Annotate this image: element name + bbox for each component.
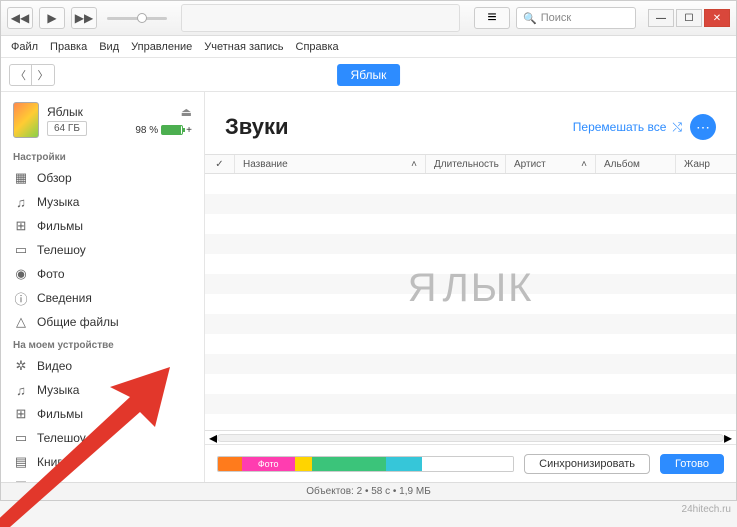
search-icon: 🔍 <box>523 12 537 25</box>
nav-buttons: 〈 〉 <box>9 64 55 86</box>
col-genre[interactable]: Жанр <box>676 155 736 173</box>
sync-button[interactable]: Синхронизировать <box>524 454 650 474</box>
battery-status: 98 % + <box>135 125 192 136</box>
close-button[interactable]: ✕ <box>704 9 730 27</box>
window-controls: — ☐ ✕ <box>648 9 730 27</box>
col-album[interactable]: Альбом <box>596 155 676 173</box>
search-placeholder: Поиск <box>541 12 571 24</box>
source-credit: 24hitech.ru <box>682 504 731 515</box>
menubar: Файл Правка Вид Управление Учетная запис… <box>1 36 736 58</box>
info-icon: ⓘ <box>13 290 29 306</box>
more-button[interactable]: ⋯ <box>690 114 716 140</box>
files-icon: △ <box>13 314 29 330</box>
nav-back[interactable]: 〈 <box>10 65 32 85</box>
device-capacity: 64 ГБ <box>47 121 87 136</box>
sidebar-item-label: Обзор <box>37 171 72 185</box>
h-scrollbar[interactable]: ◂ ▸ <box>205 430 736 444</box>
menu-file[interactable]: Файл <box>11 41 38 53</box>
main-panel: Звуки Перемешать все ⤭ ⋯ ✓ Название˄ Дли… <box>205 92 736 482</box>
sidebar-item-label: Фильмы <box>37 219 83 233</box>
storage-bar: Фото <box>217 456 514 472</box>
shuffle-all[interactable]: Перемешать все ⤭ <box>573 120 682 135</box>
device-header: Яблык 64 ГБ ⏏ 98 % + <box>1 92 204 146</box>
play-button[interactable]: ▶ <box>39 7 65 29</box>
volume-slider[interactable] <box>107 17 167 20</box>
films-icon: ⊞ <box>13 218 29 234</box>
tab-device[interactable]: Яблык <box>337 64 401 86</box>
menu-controls[interactable]: Управление <box>131 41 192 53</box>
menu-help[interactable]: Справка <box>296 41 339 53</box>
annotation-arrow <box>0 347 190 527</box>
sidebar-head-settings: Настройки <box>1 146 204 166</box>
minimize-button[interactable]: — <box>648 9 674 27</box>
sidebar-item-сведения[interactable]: ⓘ Сведения <box>1 286 204 310</box>
sidebar-item-обзор[interactable]: ▦ Обзор <box>1 166 204 190</box>
list-view-button[interactable]: ≡ <box>474 7 510 29</box>
sidebar-item-фото[interactable]: ◉ Фото <box>1 262 204 286</box>
search-input[interactable]: 🔍 Поиск <box>516 7 636 29</box>
page-title: Звуки <box>225 114 289 140</box>
prev-button[interactable]: ◀◀ <box>7 7 33 29</box>
watermark: ЯЛЫК <box>408 266 534 311</box>
sidebar-item-label: Общие файлы <box>37 315 119 329</box>
menu-edit[interactable]: Правка <box>50 41 87 53</box>
nav-forward[interactable]: 〉 <box>32 65 54 85</box>
sidebar-item-label: Телешоу <box>37 243 86 257</box>
tabbar: 〈 〉 Яблык <box>1 58 736 92</box>
sidebar-item-label: Музыка <box>37 195 79 209</box>
sidebar-item-общие файлы[interactable]: △ Общие файлы <box>1 310 204 334</box>
sidebar-item-фильмы[interactable]: ⊞ Фильмы <box>1 214 204 238</box>
sort-asc-icon: ˄ <box>581 159 587 170</box>
overview-icon: ▦ <box>13 170 29 186</box>
column-headers: ✓ Название˄ Длительность Артист˄ Альбом … <box>205 154 736 174</box>
maximize-button[interactable]: ☐ <box>676 9 702 27</box>
sidebar-item-музыка[interactable]: ♫ Музыка <box>1 190 204 214</box>
done-button[interactable]: Готово <box>660 454 724 474</box>
battery-icon <box>161 125 183 135</box>
menu-view[interactable]: Вид <box>99 41 119 53</box>
music-icon: ♫ <box>13 194 29 210</box>
col-name[interactable]: Название˄ <box>235 155 426 173</box>
menu-account[interactable]: Учетная запись <box>204 41 283 53</box>
sidebar-item-label: Сведения <box>37 291 92 305</box>
storage-photo-label: Фото <box>242 457 295 471</box>
sort-asc-icon: ˄ <box>411 159 417 170</box>
next-button[interactable]: ▶▶ <box>71 7 97 29</box>
sidebar-item-label: Фото <box>37 267 65 281</box>
photo-icon: ◉ <box>13 266 29 282</box>
titlebar: ◀◀ ▶ ▶▶ ≡ 🔍 Поиск — ☐ ✕ <box>1 1 736 36</box>
shuffle-icon: ⤭ <box>672 120 682 135</box>
track-list[interactable]: ЯЛЫК <box>205 174 736 430</box>
tv-icon: ▭ <box>13 242 29 258</box>
sync-bar: Фото Синхронизировать Готово <box>205 444 736 482</box>
col-artist[interactable]: Артист˄ <box>506 155 596 173</box>
device-name: Яблык <box>47 105 127 119</box>
lcd-display <box>181 4 460 32</box>
sidebar-item-телешоу[interactable]: ▭ Телешоу <box>1 238 204 262</box>
col-duration[interactable]: Длительность <box>426 155 506 173</box>
eject-icon[interactable]: ⏏ <box>181 105 192 119</box>
col-check[interactable]: ✓ <box>205 155 235 173</box>
device-image <box>13 102 39 138</box>
